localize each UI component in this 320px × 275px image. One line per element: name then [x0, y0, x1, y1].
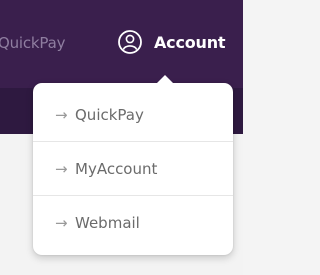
account-menu-button[interactable]: Account: [117, 27, 226, 57]
menu-divider: [33, 141, 233, 142]
dropdown-caret: [157, 75, 173, 83]
menu-divider: [33, 195, 233, 196]
nav-link-quickpay[interactable]: QuickPay: [0, 34, 65, 52]
arrow-right-icon: →: [55, 106, 68, 124]
arrow-right-icon: →: [55, 214, 68, 232]
menu-item-label: MyAccount: [75, 160, 158, 178]
arrow-right-icon: →: [55, 160, 68, 178]
menu-item-label: QuickPay: [75, 106, 144, 124]
account-dropdown-menu: → QuickPay → MyAccount → Webmail: [33, 75, 233, 255]
menu-item-quickpay[interactable]: → QuickPay: [33, 95, 233, 135]
user-circle-icon: [117, 29, 143, 55]
account-label: Account: [154, 32, 226, 52]
menu-item-label: Webmail: [75, 214, 140, 232]
menu-item-myaccount[interactable]: → MyAccount: [33, 149, 233, 189]
menu-item-webmail[interactable]: → Webmail: [33, 203, 233, 243]
